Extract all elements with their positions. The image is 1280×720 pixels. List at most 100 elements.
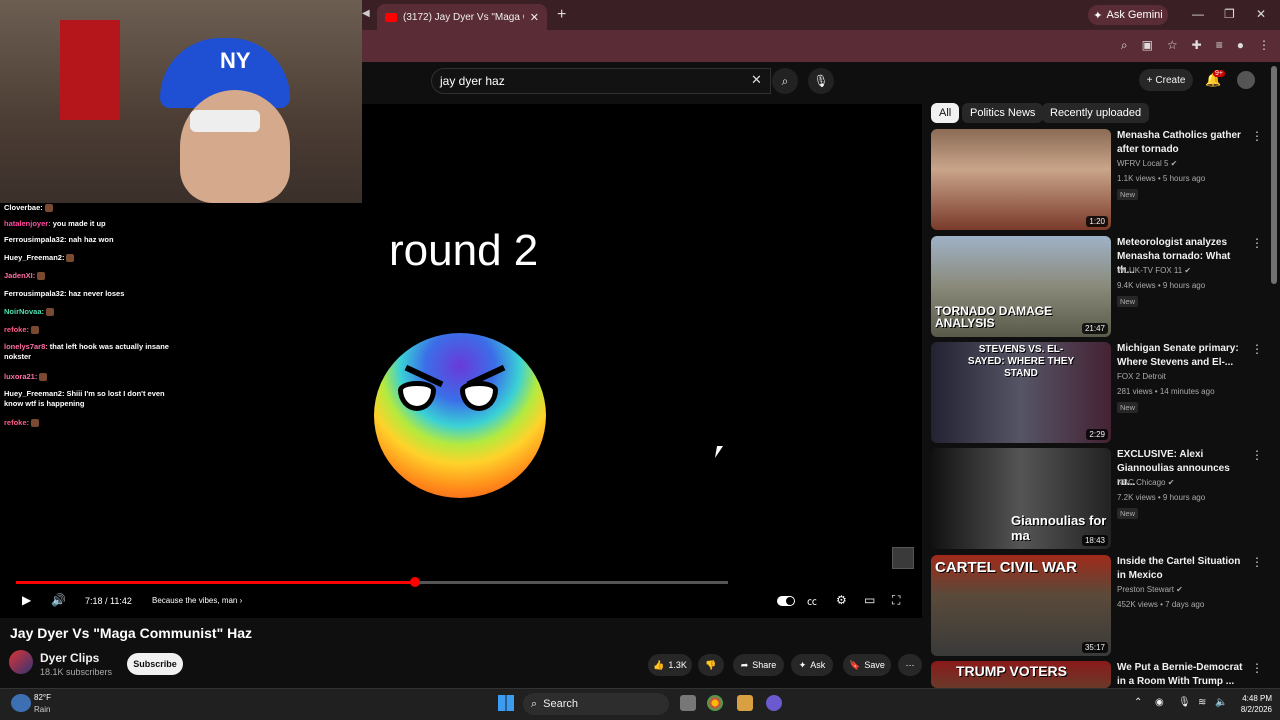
clear-search-icon[interactable]: ✕: [751, 72, 762, 88]
subscribe-button[interactable]: Subscribe: [127, 653, 183, 675]
bookmark-star-icon[interactable]: ☆: [1167, 38, 1178, 53]
tray-chevron-icon[interactable]: ⌃: [1134, 697, 1142, 708]
recommendation-title[interactable]: Menasha Catholics gather after tornado: [1117, 129, 1249, 157]
scrollbar-thumb[interactable]: [1271, 66, 1277, 284]
recommendation-title[interactable]: Michigan Senate primary: Where Stevens a…: [1117, 342, 1249, 370]
end-screen-thumbnail[interactable]: [892, 547, 914, 569]
chat-username[interactable]: luxora21:: [4, 372, 37, 381]
video-thumbnail[interactable]: TORNADO DAMAGE ANALYSIS 21:47: [931, 236, 1111, 337]
media-icon[interactable]: ≡: [1216, 38, 1223, 53]
browser-menu-icon[interactable]: ⋮: [1258, 38, 1270, 53]
obs-icon[interactable]: [766, 695, 782, 711]
chat-username[interactable]: Cloverbae:: [4, 203, 43, 212]
search-input[interactable]: jay dyer haz: [431, 68, 771, 94]
progress-bar[interactable]: [16, 577, 728, 587]
video-thumbnail[interactable]: 1:20: [931, 129, 1111, 230]
recommendation-item[interactable]: TRUMP VOTERS We Put a Bernie-Democrat in …: [931, 661, 1271, 688]
chat-username[interactable]: hatalenjoyer:: [4, 219, 51, 228]
mic-tray-icon[interactable]: 🎙: [1178, 697, 1191, 708]
chip-recently-uploaded[interactable]: Recently uploaded: [1042, 103, 1150, 123]
chrome-icon[interactable]: [707, 695, 723, 711]
theater-mode-icon[interactable]: ▭: [864, 593, 875, 607]
chapter-title[interactable]: Because the vibes, man ›: [152, 596, 242, 605]
minimize-icon[interactable]: —: [1192, 7, 1204, 21]
video-thumbnail[interactable]: TRUMP VOTERS: [931, 661, 1111, 688]
more-options-icon[interactable]: ⋮: [1251, 236, 1263, 250]
recommendation-channel[interactable]: FOX 2 Detroit: [1117, 372, 1166, 381]
browser-tab-youtube[interactable]: (3172) Jay Dyer Vs "Maga Comm ✕: [377, 4, 547, 30]
ask-button[interactable]: ✦ Ask: [791, 654, 833, 676]
recommendation-item[interactable]: CARTEL CIVIL WAR 35:17 Inside the Cartel S…: [931, 555, 1271, 656]
more-options-icon[interactable]: ⋮: [1251, 448, 1263, 462]
channel-name[interactable]: Dyer Clips: [40, 651, 99, 665]
captions-icon[interactable]: ㏄: [807, 593, 817, 608]
profile-icon[interactable]: ●: [1237, 38, 1244, 53]
recommendation-item[interactable]: TORNADO DAMAGE ANALYSIS 21:47 Meteorologis…: [931, 236, 1271, 337]
more-options-icon[interactable]: ⋮: [1251, 661, 1263, 675]
tray-app-icon[interactable]: ◉: [1155, 697, 1164, 708]
chip-all[interactable]: All: [931, 103, 960, 123]
chat-username[interactable]: NoirNovaa:: [4, 307, 44, 316]
chat-username[interactable]: Ferrousimpala32:: [4, 235, 67, 244]
video-thumbnail[interactable]: CARTEL CIVIL WAR 35:17: [931, 555, 1111, 656]
volume-icon[interactable]: 🔊: [51, 593, 66, 607]
recommendation-item[interactable]: 1:20 Menasha Catholics gather after torna…: [931, 129, 1271, 230]
settings-gear-icon[interactable]: ⚙: [836, 593, 847, 607]
recommendation-item[interactable]: Giannoulias for ma 18:43 EXCLUSIVE: Alexi …: [931, 448, 1271, 549]
play-icon[interactable]: ▶: [22, 593, 31, 607]
create-label: Create: [1155, 74, 1186, 86]
voice-search-button[interactable]: 🎙: [808, 68, 834, 94]
taskbar-clock[interactable]: 4:48 PM 8/2/2026: [1232, 693, 1272, 715]
chat-username[interactable]: lonelys7ar8:: [4, 342, 48, 351]
dislike-button[interactable]: 👎: [698, 654, 724, 676]
more-options-icon[interactable]: ⋮: [1251, 129, 1263, 143]
autoplay-toggle[interactable]: [777, 596, 795, 606]
thumbnail-text: TRUMP VOTERS: [956, 663, 1067, 679]
video-thumbnail[interactable]: STEVENS VS. EL-SAYED: WHERE THEY STAND 2:…: [931, 342, 1111, 443]
more-actions-button[interactable]: ⋯: [898, 654, 922, 676]
windows-start-icon[interactable]: [498, 695, 514, 711]
recommendation-title[interactable]: We Put a Bernie-Democrat in a Room With …: [1117, 661, 1249, 688]
save-button[interactable]: 🔖 Save: [843, 654, 891, 676]
like-button[interactable]: 👍 1.3K: [648, 654, 692, 676]
cast-icon[interactable]: ▣: [1142, 38, 1153, 53]
scrubber-handle[interactable]: [409, 577, 420, 587]
app-icon[interactable]: [737, 695, 753, 711]
tab-scroll-left-icon[interactable]: ◀: [362, 8, 370, 19]
chat-username[interactable]: Huey_Freeman2:: [4, 253, 64, 262]
zoom-icon[interactable]: ⌕: [1121, 38, 1128, 53]
chat-username[interactable]: JadenXI:: [4, 271, 35, 280]
close-window-icon[interactable]: ✕: [1256, 7, 1266, 21]
search-button[interactable]: ⌕: [772, 68, 798, 94]
task-view-icon[interactable]: [680, 695, 696, 711]
recommendation-channel[interactable]: WLUK-TV FOX 11 ✔: [1117, 266, 1191, 275]
channel-avatar[interactable]: [9, 650, 33, 674]
more-options-icon[interactable]: ⋮: [1251, 555, 1263, 569]
chat-username[interactable]: refoke:: [4, 418, 29, 427]
account-avatar[interactable]: [1237, 71, 1255, 89]
chip-politics-news[interactable]: Politics News: [962, 103, 1044, 123]
more-options-icon[interactable]: ⋮: [1251, 342, 1263, 356]
chat-username[interactable]: Huey_Freeman2:: [4, 389, 64, 398]
video-thumbnail[interactable]: Giannoulias for ma 18:43: [931, 448, 1111, 549]
fullscreen-icon[interactable]: ⛶: [892, 593, 900, 608]
chat-username[interactable]: Ferrousimpala32:: [4, 289, 67, 298]
recommendation-channel[interactable]: NBC Chicago ✔: [1117, 478, 1174, 487]
extensions-icon[interactable]: ✚: [1192, 38, 1202, 53]
weather-icon[interactable]: [11, 694, 31, 712]
create-button[interactable]: + Create: [1139, 69, 1193, 91]
chat-username[interactable]: refoke:: [4, 325, 29, 334]
volume-tray-icon[interactable]: 🔈: [1215, 697, 1227, 708]
recommendation-item[interactable]: STEVENS VS. EL-SAYED: WHERE THEY STAND 2:…: [931, 342, 1271, 443]
sparkle-icon: ✦: [798, 659, 807, 670]
share-button[interactable]: ➦ Share: [733, 654, 784, 676]
maximize-icon[interactable]: ❐: [1224, 7, 1235, 21]
close-tab-icon[interactable]: ✕: [530, 11, 539, 24]
recommendation-title[interactable]: Inside the Cartel Situation in Mexico: [1117, 555, 1249, 583]
wifi-icon[interactable]: ≋: [1198, 697, 1206, 708]
recommendation-channel[interactable]: WFRV Local 5 ✔: [1117, 159, 1177, 168]
ask-gemini-button[interactable]: ✦ Ask Gemini: [1088, 5, 1168, 25]
taskbar-search[interactable]: ⌕ Search: [523, 693, 669, 715]
new-tab-button[interactable]: +: [557, 6, 566, 24]
recommendation-channel[interactable]: Preston Stewart ✔: [1117, 585, 1183, 594]
